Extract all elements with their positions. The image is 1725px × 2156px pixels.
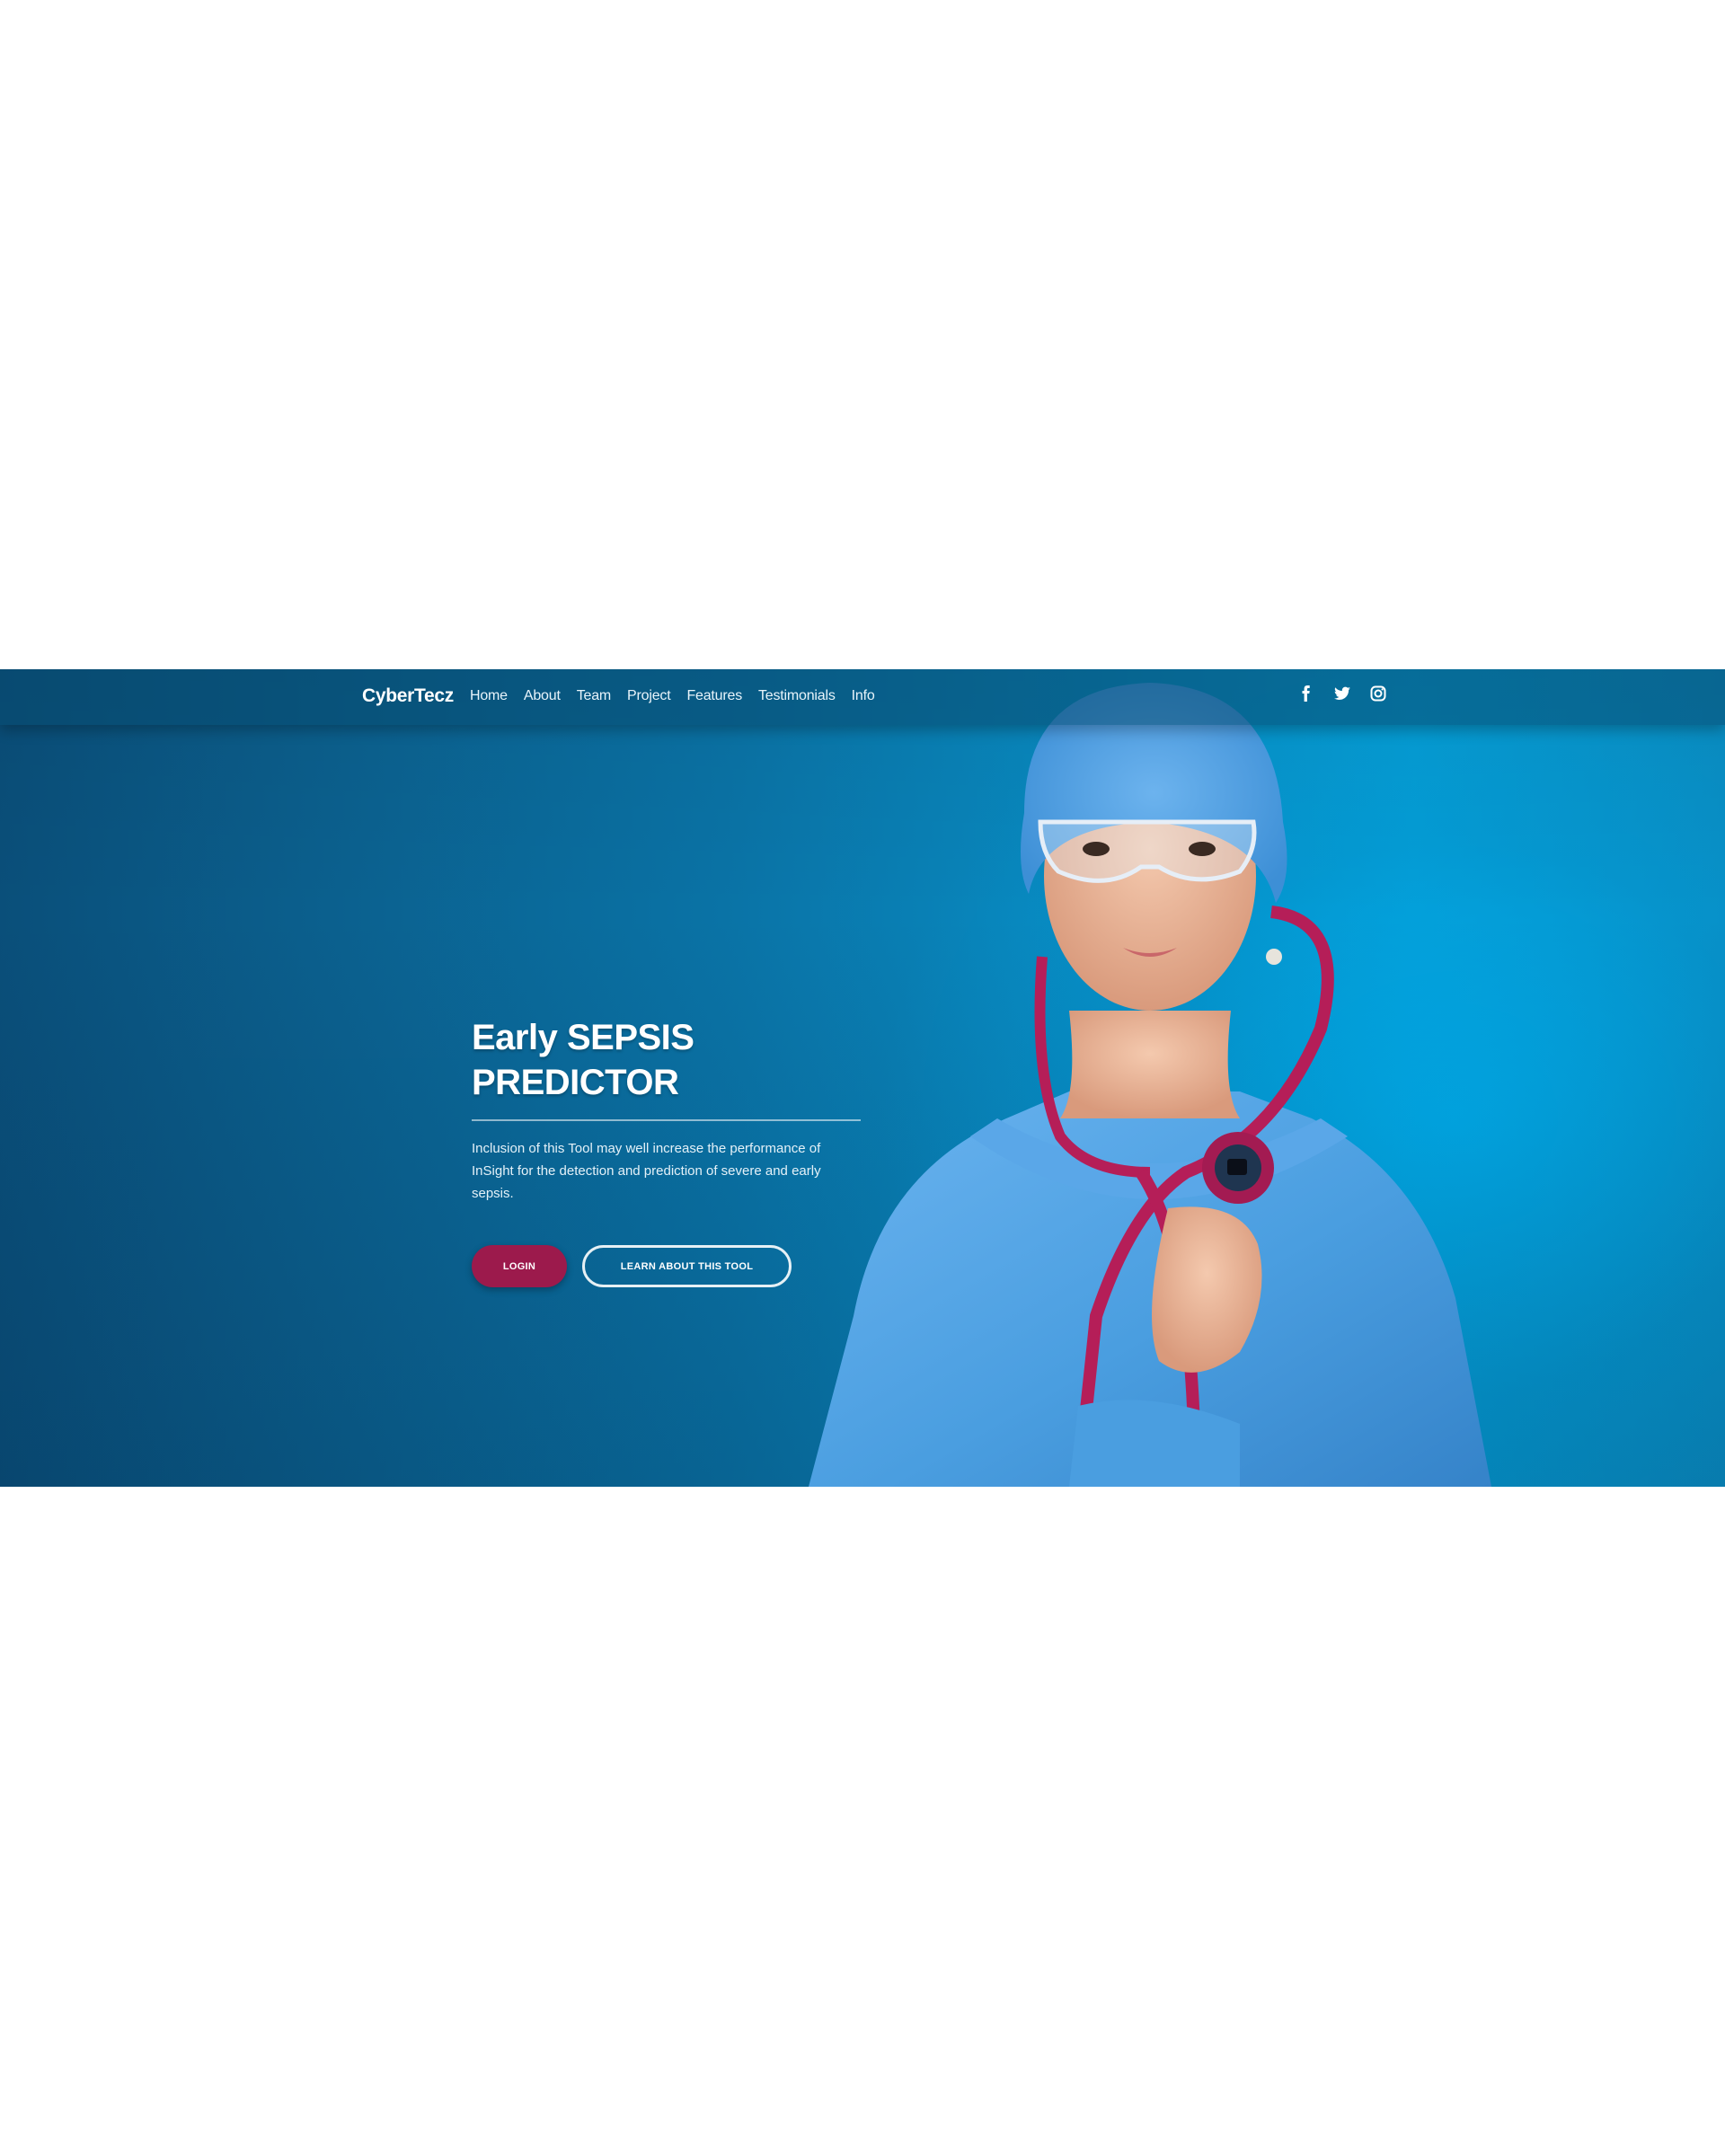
nav-link-team[interactable]: Team xyxy=(577,688,612,704)
nav-link-features[interactable]: Features xyxy=(686,688,742,704)
login-button[interactable]: LOGIN xyxy=(472,1245,567,1287)
hero-section: CyberTecz Home About Team Project Featur… xyxy=(0,669,1725,1487)
social-links xyxy=(1297,685,1387,702)
nav-link-info[interactable]: Info xyxy=(852,688,875,704)
navbar: CyberTecz Home About Team Project Featur… xyxy=(0,669,1725,725)
hero-buttons: LOGIN LEARN ABOUT THIS TOOL xyxy=(472,1245,867,1287)
nav-links: Home About Team Project Features Testimo… xyxy=(470,688,875,704)
facebook-icon[interactable] xyxy=(1297,685,1315,702)
brand-logo[interactable]: CyberTecz xyxy=(362,685,454,707)
nav-link-testimonials[interactable]: Testimonials xyxy=(758,688,836,704)
hero-content: Early SEPSIS PREDICTOR Inclusion of this… xyxy=(472,1015,867,1287)
nav-link-about[interactable]: About xyxy=(524,688,561,704)
nav-link-project[interactable]: Project xyxy=(627,688,671,704)
doctor-illustration xyxy=(809,683,1491,1487)
hero-divider xyxy=(472,1119,861,1121)
hero-title: Early SEPSIS PREDICTOR xyxy=(472,1015,867,1105)
learn-about-tool-button[interactable]: LEARN ABOUT THIS TOOL xyxy=(582,1245,792,1287)
nav-link-home[interactable]: Home xyxy=(470,688,508,704)
hero-description: Inclusion of this Tool may well increase… xyxy=(472,1141,821,1201)
instagram-icon[interactable] xyxy=(1369,685,1387,702)
page: CyberTecz Home About Team Project Featur… xyxy=(0,0,1725,2156)
twitter-icon[interactable] xyxy=(1333,685,1351,702)
hero-title-line1: Early SEPSIS xyxy=(472,1018,694,1057)
hero-title-line2: PREDICTOR xyxy=(472,1063,679,1102)
